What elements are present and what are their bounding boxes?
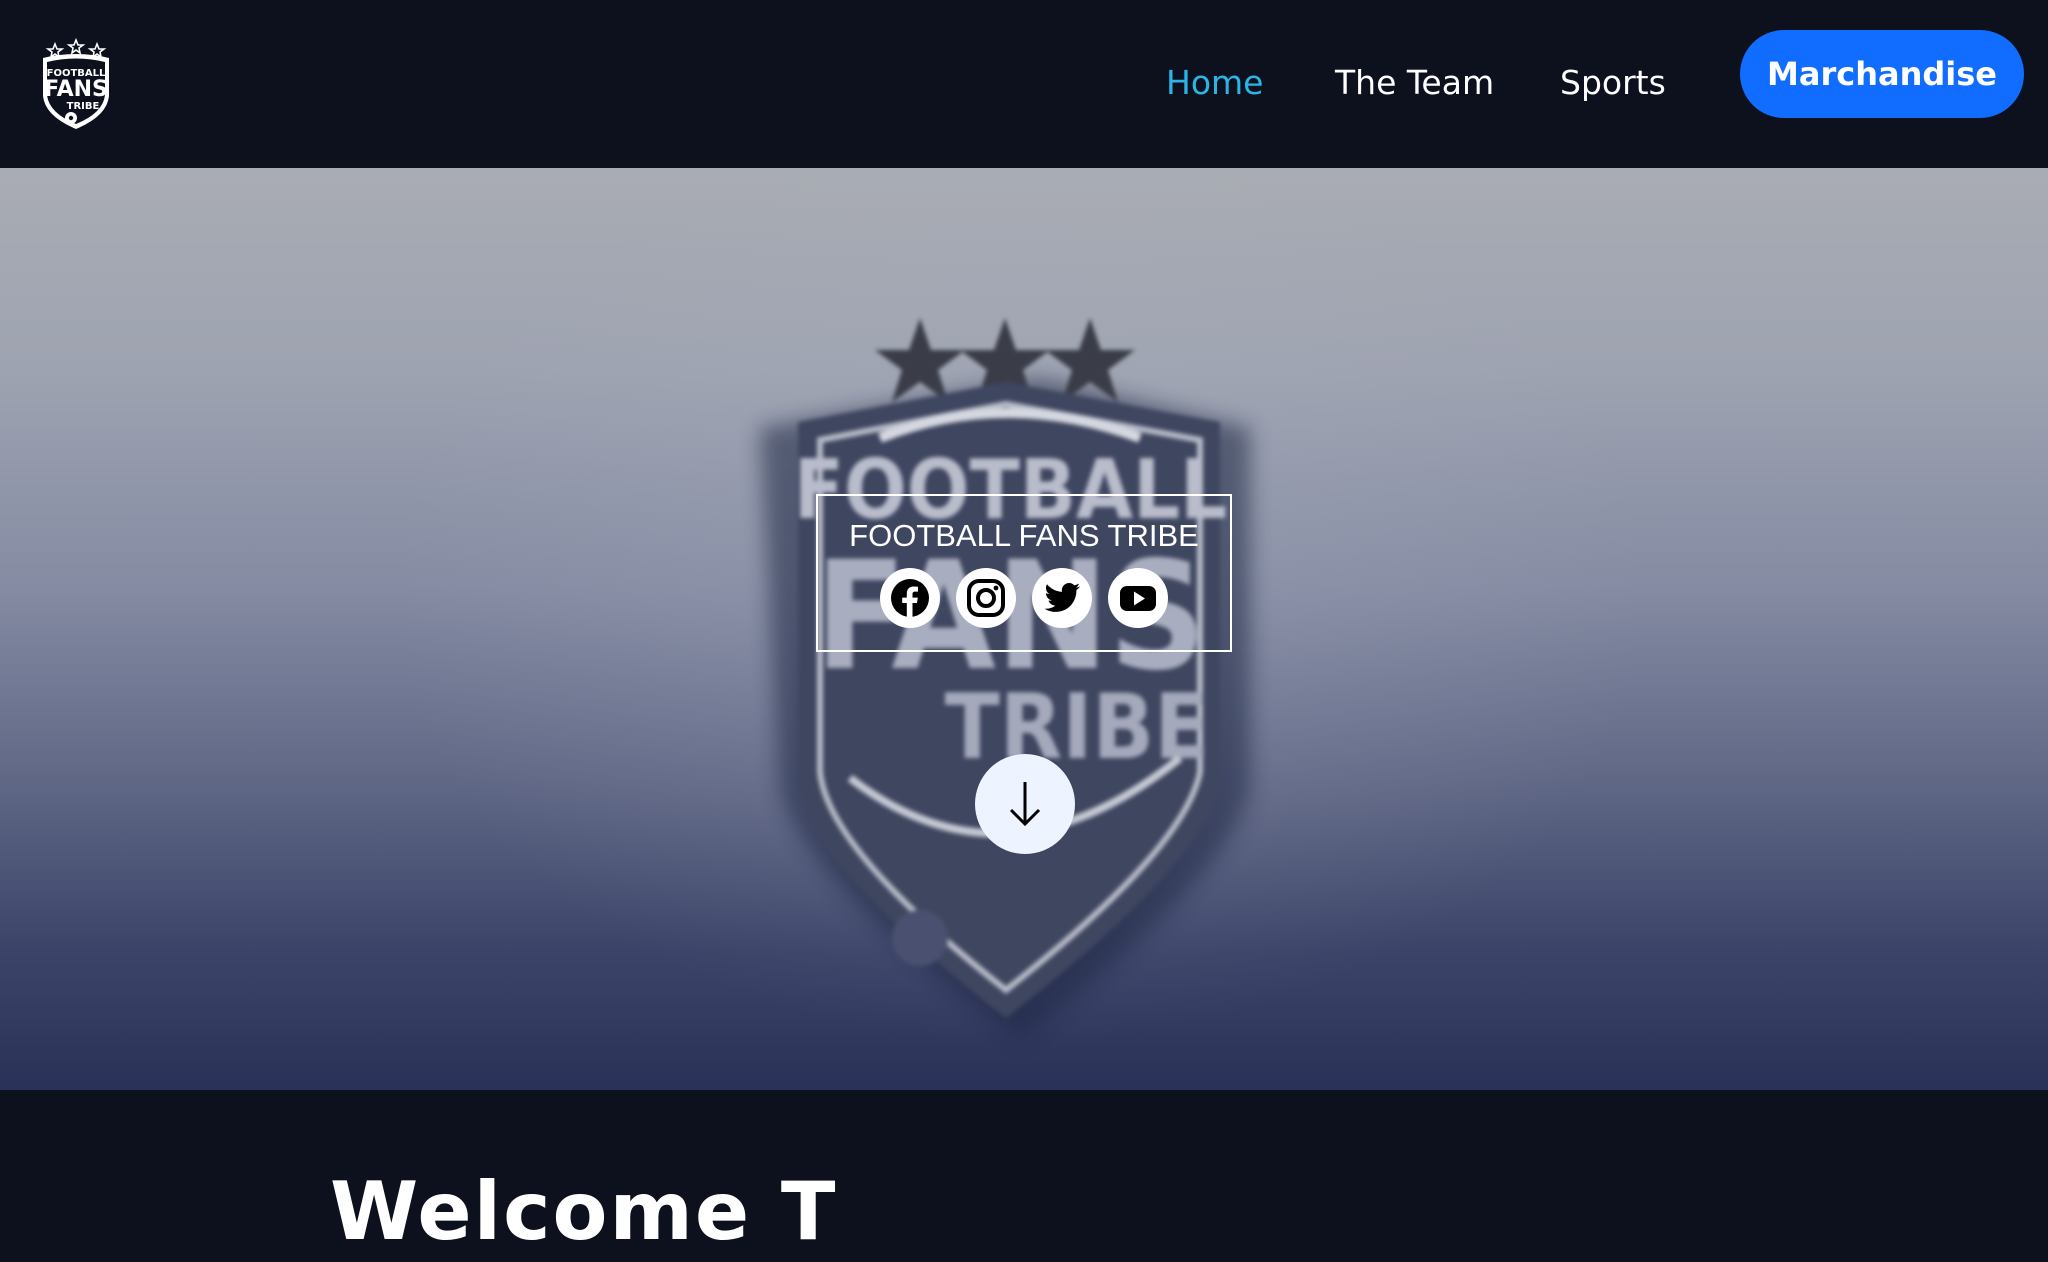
nav-home[interactable]: Home [1166, 60, 1263, 106]
youtube-icon [1120, 586, 1156, 611]
scroll-down-button[interactable] [975, 754, 1075, 854]
welcome-heading: Welcome T [330, 1165, 838, 1258]
nav-the-team[interactable]: The Team [1335, 60, 1494, 106]
twitter-icon [1044, 583, 1080, 612]
brand-title-box: FOOTBALL FANS TRIBE [816, 494, 1232, 652]
hero-crest-image: FOOTBALL FANS TRIBE [760, 318, 1250, 1038]
social-links [818, 568, 1230, 628]
youtube-link[interactable] [1108, 568, 1168, 628]
site-header: FOOTBALL FANS TRIBE Home The Team Sports… [0, 0, 2048, 168]
hero-section: FOOTBALL FANS TRIBE FOOTBALL FANS TRIBE [0, 168, 2048, 1090]
nav-sports[interactable]: Sports [1560, 60, 1666, 106]
brand-logo[interactable]: FOOTBALL FANS TRIBE [37, 36, 115, 132]
facebook-icon [891, 579, 929, 617]
instagram-link[interactable] [956, 568, 1016, 628]
facebook-link[interactable] [880, 568, 940, 628]
arrow-down-icon [1009, 782, 1041, 827]
crest-logo-icon: FOOTBALL FANS TRIBE [43, 37, 109, 129]
twitter-link[interactable] [1032, 568, 1092, 628]
logo-text-fans: FANS [44, 77, 108, 102]
brand-title: FOOTBALL FANS TRIBE [849, 518, 1199, 553]
merchandise-button[interactable]: Marchandise [1740, 30, 2024, 118]
logo-text-tribe: TRIBE [67, 101, 100, 112]
instagram-icon [967, 579, 1005, 617]
